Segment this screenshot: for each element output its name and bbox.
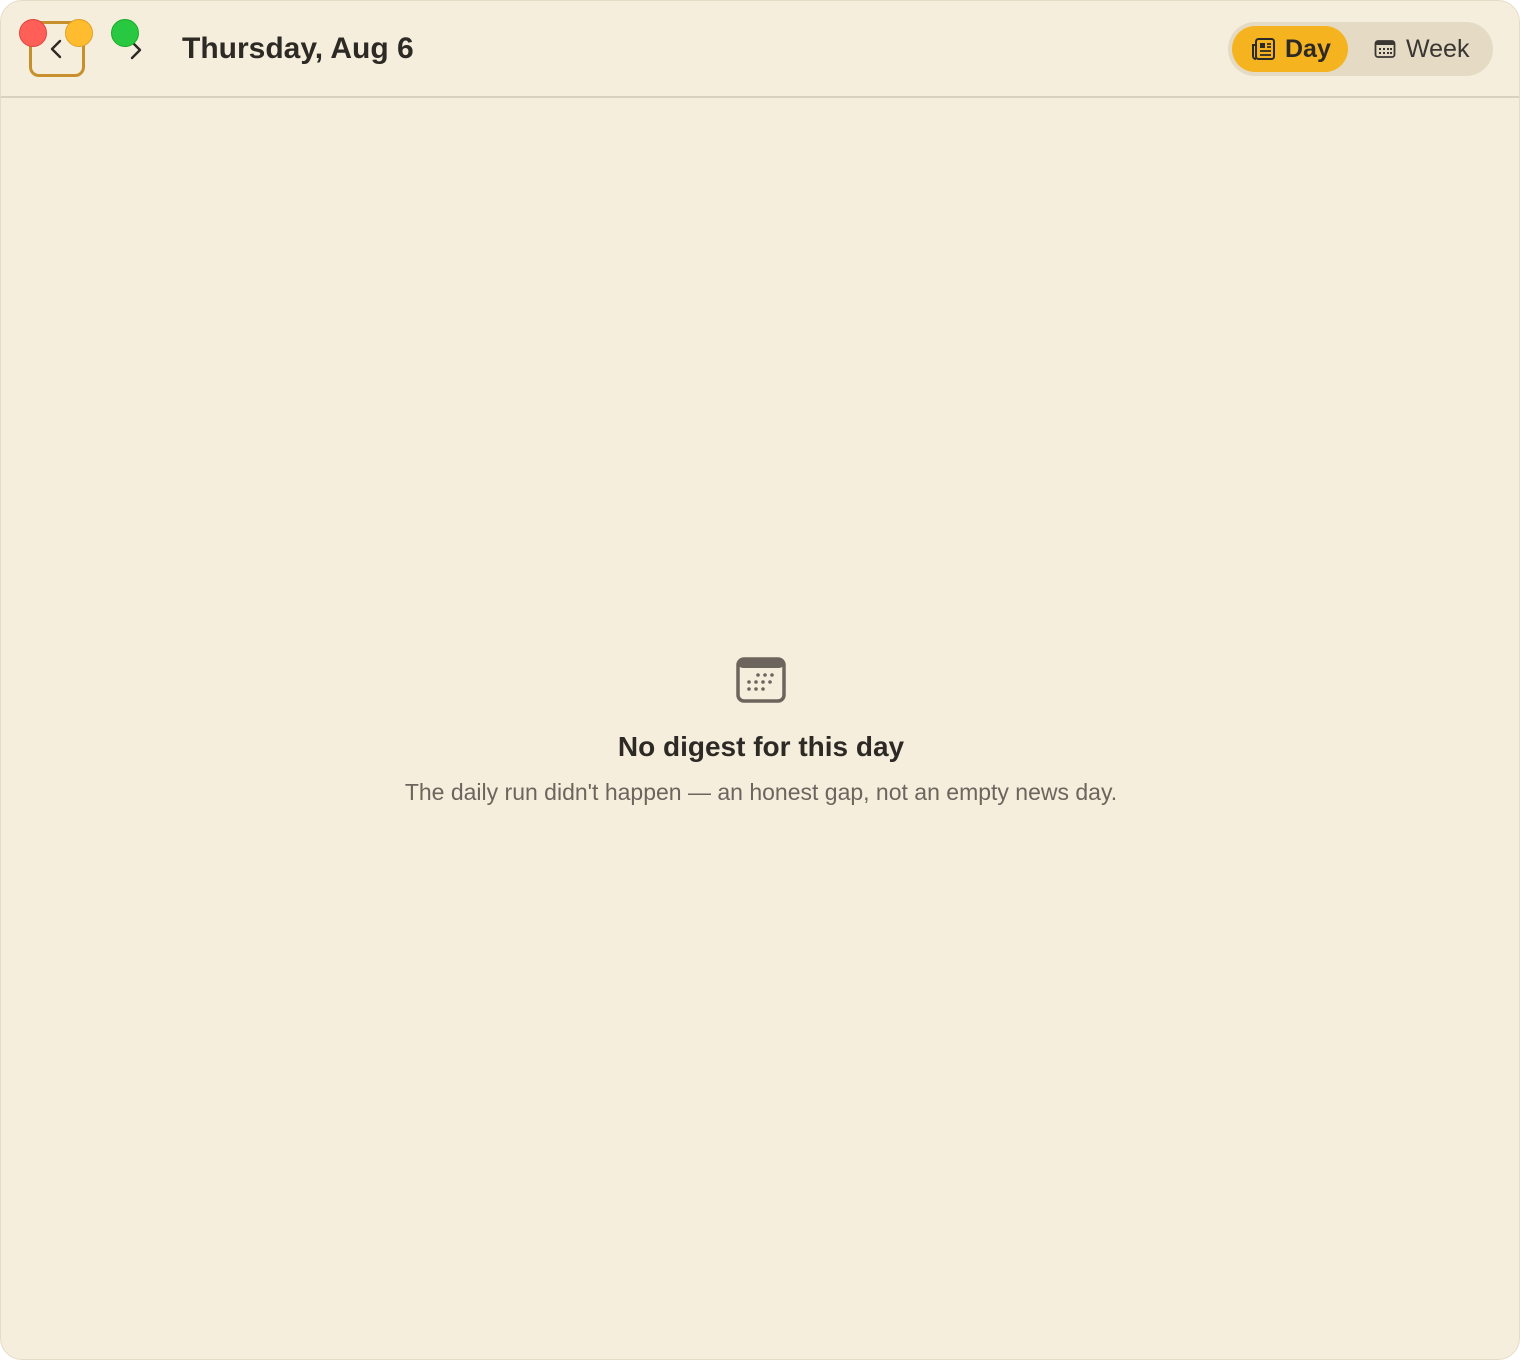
page-title: Thursday, Aug 6 [182, 32, 414, 65]
week-tab-label: Week [1406, 34, 1470, 63]
window-zoom-button[interactable] [111, 19, 139, 47]
view-toggle: Day Week [1228, 22, 1493, 76]
day-tab-label: Day [1285, 34, 1331, 63]
day-tab[interactable]: Day [1232, 26, 1348, 72]
empty-state-title: No digest for this day [617, 731, 905, 762]
empty-state-message: The daily run didn't happen — an honest … [404, 779, 1118, 805]
week-tab[interactable]: Week [1354, 26, 1488, 72]
calendar-icon [736, 657, 786, 703]
chevron-left-icon [50, 39, 62, 59]
newspaper-icon [1252, 38, 1275, 60]
empty-state: No digest for this day The daily run did… [1, 656, 1519, 807]
app-window: Thursday, Aug 6 Day Week No digest for t… [0, 0, 1520, 1360]
toolbar: Thursday, Aug 6 Day Week [1, 1, 1519, 98]
window-minimize-button[interactable] [65, 19, 93, 47]
calendar-icon [1374, 40, 1396, 58]
window-close-button[interactable] [19, 19, 47, 47]
